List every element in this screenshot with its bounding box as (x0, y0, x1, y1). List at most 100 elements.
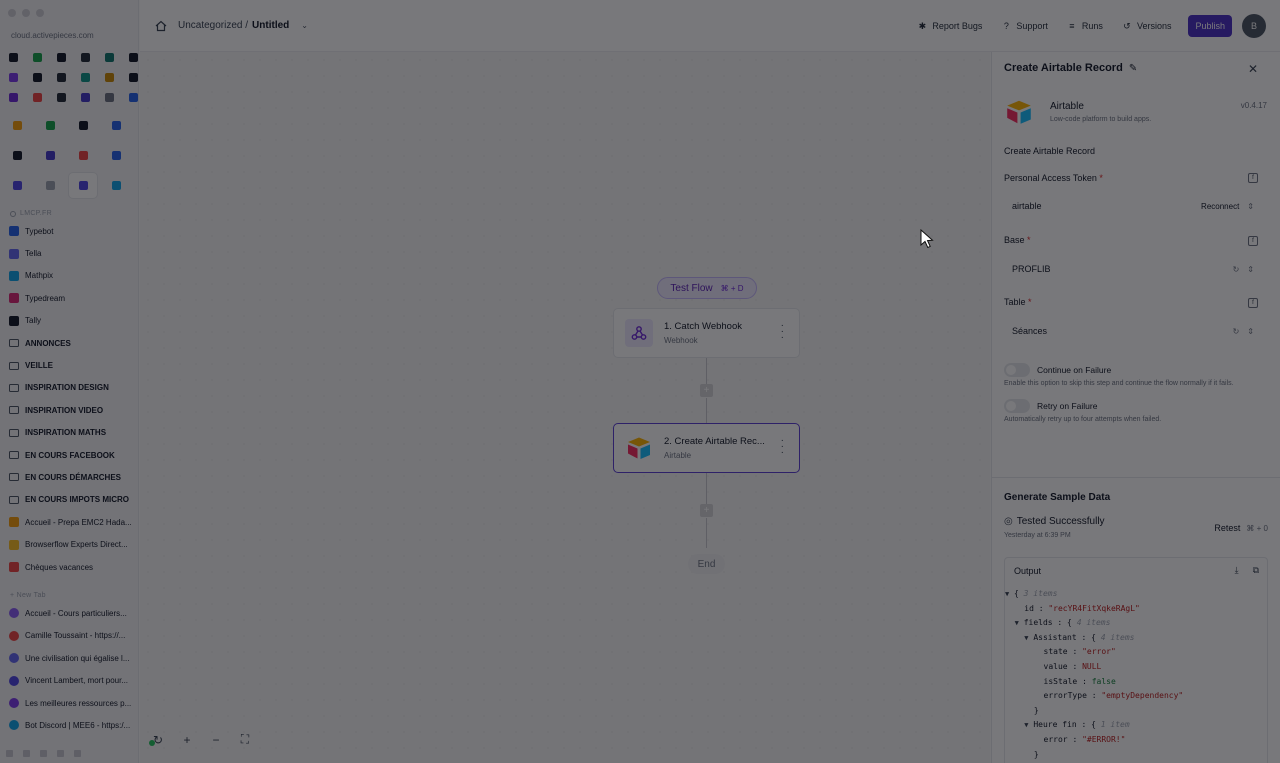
download-icon[interactable]: ⤓ (1235, 565, 1239, 576)
collapse-icon[interactable]: ▼ (1015, 619, 1019, 627)
refresh-icon[interactable]: ↻ (1233, 327, 1240, 336)
breadcrumb-folder[interactable]: Uncategorized / (178, 20, 248, 31)
maximize-window-button[interactable] (36, 9, 44, 17)
zoom-in-icon[interactable]: + (181, 733, 193, 747)
pinned-tab-icon[interactable] (68, 112, 98, 139)
flow-name[interactable]: Untitled (252, 20, 289, 31)
sidebar-bookmark[interactable]: Tally (0, 310, 138, 332)
pencil-icon[interactable]: ✎ (1129, 63, 1137, 74)
copy-icon[interactable]: ⧉ (1253, 565, 1259, 576)
refresh-icon[interactable]: ↻ (1233, 265, 1240, 274)
open-tab[interactable]: Vincent Lambert, mort pour... (0, 669, 138, 691)
pinned-tab-icon[interactable] (2, 172, 32, 199)
favorite-site-icon[interactable] (99, 88, 119, 106)
zoom-out-icon[interactable]: − (210, 733, 222, 747)
settings-icon[interactable] (74, 750, 81, 757)
home-icon[interactable] (155, 20, 167, 32)
open-tab[interactable]: Accueil - Cours particuliers... (0, 602, 138, 624)
dynamic-value-icon[interactable]: f (1248, 298, 1258, 308)
favorite-site-icon[interactable] (99, 48, 119, 66)
sidebar-bookmark[interactable]: Typedream (0, 287, 138, 309)
sidebar-bookmark[interactable]: Tella (0, 242, 138, 264)
connection-select[interactable]: airtable Reconnect ⇕ (1004, 194, 1260, 218)
pinned-tab-icon[interactable] (35, 172, 65, 199)
dynamic-value-icon[interactable]: f (1248, 173, 1258, 183)
more-vertical-icon[interactable]: · · · (781, 321, 784, 343)
sidebar-bookmark[interactable]: Typebot (0, 220, 138, 242)
sidebar-bookmark[interactable]: Chèques vacances (0, 556, 138, 578)
minimize-window-button[interactable] (22, 9, 30, 17)
address-bar[interactable]: cloud.activepieces.com (0, 26, 138, 44)
sidebar-folder[interactable]: INSPIRATION MATHS (0, 422, 138, 444)
report-bugs-button[interactable]: ✱ Report Bugs (917, 21, 983, 32)
sidebar-bookmark[interactable]: Browserflow Experts Direct... (0, 533, 138, 555)
downloads-icon[interactable] (23, 750, 30, 757)
refresh-icon[interactable]: ↻ (152, 733, 164, 747)
sidebar-folder[interactable]: EN COURS DÉMARCHES (0, 466, 138, 488)
sidebar-folder[interactable]: EN COURS IMPOTS MICRO (0, 489, 138, 511)
step-node-airtable[interactable]: 2. Create Airtable Rec... Airtable · · · (613, 423, 800, 473)
favorite-site-icon[interactable] (27, 48, 47, 66)
archive-icon[interactable] (57, 750, 64, 757)
pinned-tab-icon[interactable] (101, 142, 131, 169)
sidebar-bookmark[interactable]: Mathpix (0, 265, 138, 287)
pinned-tab-icon[interactable] (35, 112, 65, 139)
add-step-button[interactable]: + (700, 504, 713, 517)
flow-canvas[interactable]: Test Flow ⌘ + D 1. Catch Webhook Webhook… (140, 52, 990, 763)
collapse-icon[interactable]: ▼ (1024, 634, 1028, 642)
avatar[interactable]: B (1242, 14, 1266, 38)
favorite-site-icon[interactable] (3, 68, 23, 86)
sidebar-folder[interactable]: VEILLE (0, 354, 138, 376)
pinned-tab-icon[interactable] (35, 142, 65, 169)
library-icon[interactable] (6, 750, 13, 757)
more-vertical-icon[interactable]: · · · (781, 436, 784, 458)
dynamic-value-icon[interactable]: f (1248, 236, 1258, 246)
favorite-site-icon[interactable] (123, 88, 138, 106)
pinned-tab-icon[interactable] (68, 172, 98, 199)
collapse-icon[interactable]: ▼ (1005, 590, 1009, 598)
fit-view-icon[interactable]: ⛶ (239, 732, 251, 747)
favorite-site-icon[interactable] (123, 48, 138, 66)
collapse-icon[interactable]: ▼ (1024, 721, 1028, 729)
table-select[interactable]: Séances ↻ ⇕ (1004, 319, 1260, 343)
close-window-button[interactable] (8, 9, 16, 17)
favorite-site-icon[interactable] (51, 68, 71, 86)
close-icon[interactable]: ✕ (1248, 62, 1258, 76)
versions-button[interactable]: ↺ Versions (1122, 21, 1171, 32)
favorite-site-icon[interactable] (75, 68, 95, 86)
sidebar-bookmark[interactable]: Accueil - Prepa EMC2 Hada... (0, 511, 138, 533)
pinned-tab-icon[interactable] (2, 112, 32, 139)
favorite-site-icon[interactable] (99, 68, 119, 86)
favorite-site-icon[interactable] (75, 48, 95, 66)
add-step-button[interactable]: + (700, 384, 713, 397)
base-select[interactable]: PROFLIB ↻ ⇕ (1004, 257, 1260, 281)
sidebar-folder[interactable]: INSPIRATION VIDEO (0, 399, 138, 421)
runs-button[interactable]: ≡ Runs (1067, 21, 1103, 31)
pinned-tab-icon[interactable] (101, 172, 131, 199)
pinned-tab-icon[interactable] (68, 142, 98, 169)
open-tab[interactable]: Bot Discord | MEE6 - https:/... (0, 714, 138, 736)
favorite-site-icon[interactable] (51, 48, 71, 66)
open-tab[interactable]: Camille Toussaint - https://... (0, 625, 138, 647)
favorite-site-icon[interactable] (3, 48, 23, 66)
sidebar-folder[interactable]: EN COURS FACEBOOK (0, 444, 138, 466)
retest-button[interactable]: Retest ⌘ + 0 (1214, 523, 1268, 533)
test-flow-button[interactable]: Test Flow ⌘ + D (657, 277, 757, 299)
reconnect-button[interactable]: Reconnect (1201, 202, 1239, 211)
step-node-webhook[interactable]: 1. Catch Webhook Webhook · · · (613, 308, 800, 358)
open-tab[interactable]: Une civilisation qui égalise l... (0, 647, 138, 669)
retry-on-failure-toggle[interactable] (1004, 399, 1030, 413)
pinned-tab-icon[interactable] (2, 142, 32, 169)
sidebar-folder[interactable]: ANNONCES (0, 332, 138, 354)
favorite-site-icon[interactable] (3, 88, 23, 106)
favorite-site-icon[interactable] (51, 88, 71, 106)
chevron-down-icon[interactable]: ⌄ (301, 21, 308, 30)
panel-resize-handle[interactable] (992, 477, 1280, 478)
support-button[interactable]: ? Support (1001, 21, 1048, 31)
publish-button[interactable]: Publish (1188, 15, 1232, 37)
open-tab[interactable]: Les meilleures ressources p... (0, 692, 138, 714)
action-selector[interactable]: Create Airtable Record (1004, 146, 1095, 156)
favorite-site-icon[interactable] (75, 88, 95, 106)
new-tab-button[interactable]: + New Tab (0, 578, 138, 602)
pinned-tab-icon[interactable] (101, 112, 131, 139)
